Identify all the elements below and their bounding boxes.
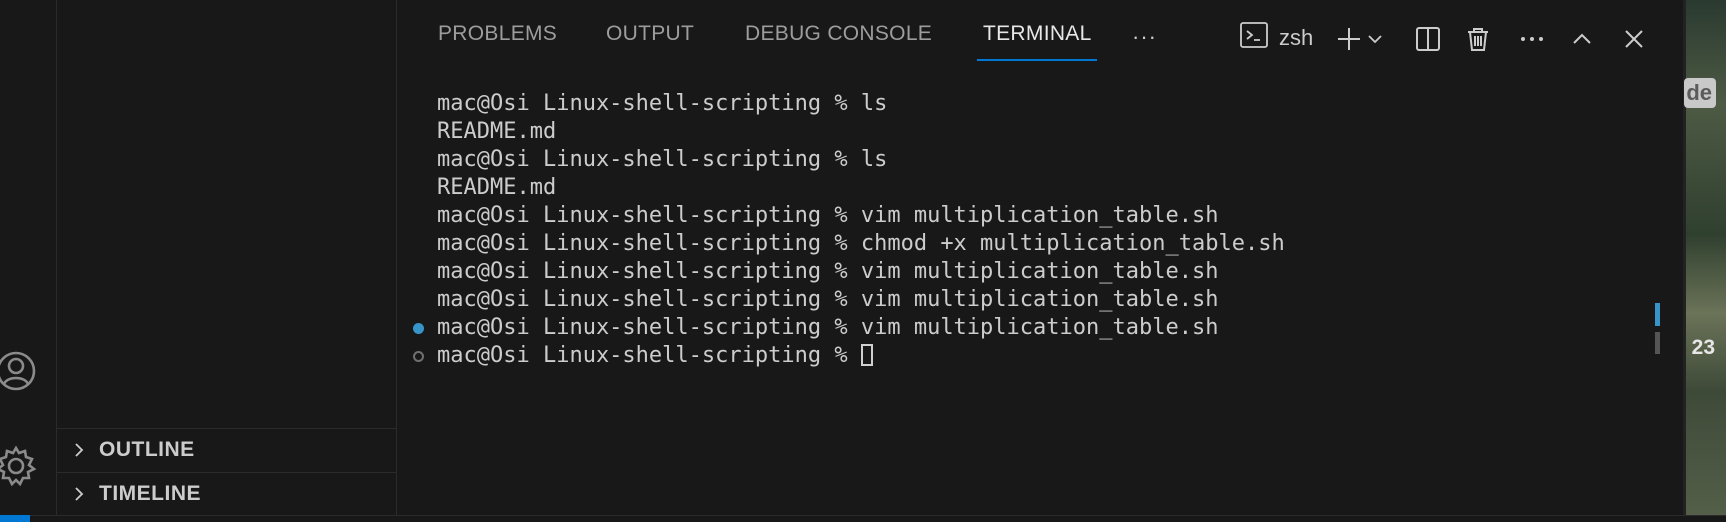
terminal-cursor [860, 344, 873, 366]
terminal-line: mac@Osi Linux-shell-scripting % ls [437, 91, 888, 116]
terminal-line: mac@Osi Linux-shell-scripting % vim mult… [437, 259, 1219, 284]
active-tab-indicator [977, 59, 1097, 61]
add-icon[interactable] [1334, 22, 1364, 56]
split-editor-icon[interactable] [1413, 22, 1443, 56]
panel-tab-bar: PROBLEMS OUTPUT DEBUG CONSOLE TERMINAL ·… [397, 0, 1683, 72]
chevron-right-icon [71, 486, 87, 502]
bottom-panel: PROBLEMS OUTPUT DEBUG CONSOLE TERMINAL ·… [397, 0, 1683, 515]
terminal-line: mac@Osi Linux-shell-scripting % ls [437, 147, 888, 172]
remote-indicator[interactable] [0, 515, 30, 522]
background-number: 23 [1691, 336, 1715, 359]
terminal-prompt: mac@Osi Linux-shell-scripting % [437, 343, 861, 368]
vscode-window: OUTLINE TIMELINE PROBLEMS OUTPUT DEBUG C… [0, 0, 1726, 522]
scrollbar-marker [1655, 303, 1660, 326]
terminal-line: mac@Osi Linux-shell-scripting % vim mult… [437, 287, 1219, 312]
tab-debug-console[interactable]: DEBUG CONSOLE [745, 22, 932, 60]
side-bar: OUTLINE TIMELINE [57, 0, 397, 515]
trash-icon[interactable] [1463, 22, 1493, 56]
outline-section-header[interactable]: OUTLINE [57, 428, 396, 471]
close-icon[interactable] [1619, 22, 1649, 56]
terminal-selector[interactable]: zsh [1239, 20, 1313, 55]
tab-problems[interactable]: PROBLEMS [438, 22, 557, 60]
terminal-line: mac@Osi Linux-shell-scripting % vim mult… [437, 203, 1219, 228]
terminal-icon [1239, 20, 1269, 55]
activity-bar [0, 0, 57, 522]
tab-output[interactable]: OUTPUT [606, 22, 694, 60]
chevron-down-icon[interactable] [1365, 22, 1385, 56]
tab-terminal[interactable]: TERMINAL [983, 22, 1092, 60]
command-success-decoration[interactable] [413, 323, 424, 334]
background-chip: de [1684, 78, 1716, 108]
timeline-section-header[interactable]: TIMELINE [57, 472, 396, 515]
status-bar [0, 515, 1726, 522]
scrollbar-thumb[interactable] [1655, 332, 1660, 354]
timeline-label: TIMELINE [99, 482, 201, 505]
gear-icon[interactable] [0, 444, 38, 488]
accounts-icon[interactable] [0, 349, 38, 393]
terminal-line: mac@Osi Linux-shell-scripting % vim mult… [437, 315, 1219, 340]
terminal-line: README.md [437, 119, 557, 144]
chevron-right-icon [71, 442, 87, 458]
outline-label: OUTLINE [99, 438, 195, 461]
terminal-line: README.md [437, 175, 557, 200]
terminal-line: mac@Osi Linux-shell-scripting % chmod +x… [437, 231, 1285, 256]
terminal-prompt-line: mac@Osi Linux-shell-scripting % [437, 342, 873, 370]
command-pending-decoration [413, 351, 424, 362]
terminal-name: zsh [1279, 24, 1314, 50]
more-icon[interactable] [1517, 22, 1547, 56]
chevron-up-icon[interactable] [1567, 22, 1597, 56]
more-tabs-icon[interactable]: ··· [1132, 24, 1157, 50]
